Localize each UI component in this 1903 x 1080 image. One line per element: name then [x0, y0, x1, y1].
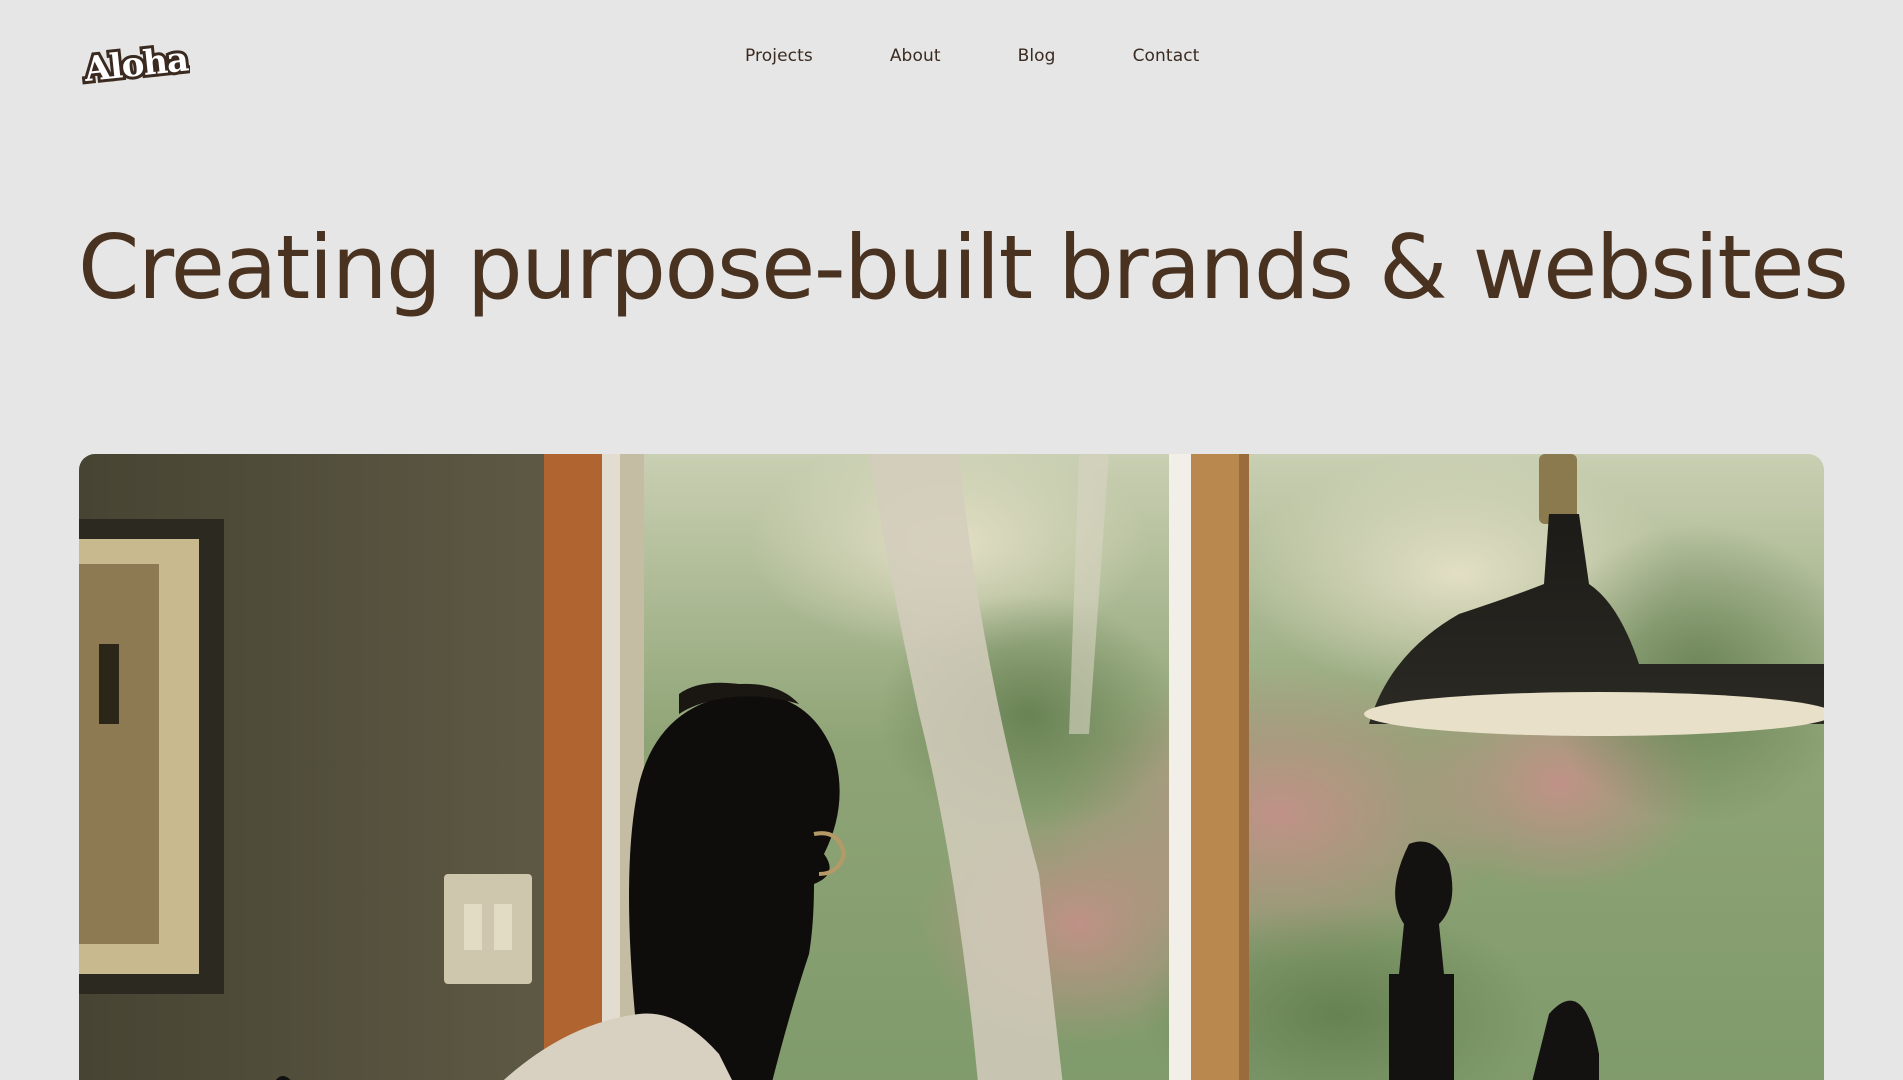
logo[interactable]: Aloha: [78, 36, 193, 93]
nav-about[interactable]: About: [890, 43, 941, 69]
logo-wordmark: Aloha: [78, 36, 193, 93]
main-nav: Projects About Blog Contact: [745, 43, 1199, 69]
hero-headline: Creating purpose-built brands & websites: [78, 216, 1849, 319]
nav-contact[interactable]: Contact: [1133, 43, 1200, 69]
hero-image: [79, 454, 1824, 1080]
hero-illustration: [79, 454, 1824, 1080]
nav-blog[interactable]: Blog: [1018, 43, 1056, 69]
logo-text: Aloha: [81, 40, 190, 86]
nav-projects[interactable]: Projects: [745, 43, 813, 69]
page: Aloha Projects About Blog Contact Creati…: [0, 0, 1903, 1080]
